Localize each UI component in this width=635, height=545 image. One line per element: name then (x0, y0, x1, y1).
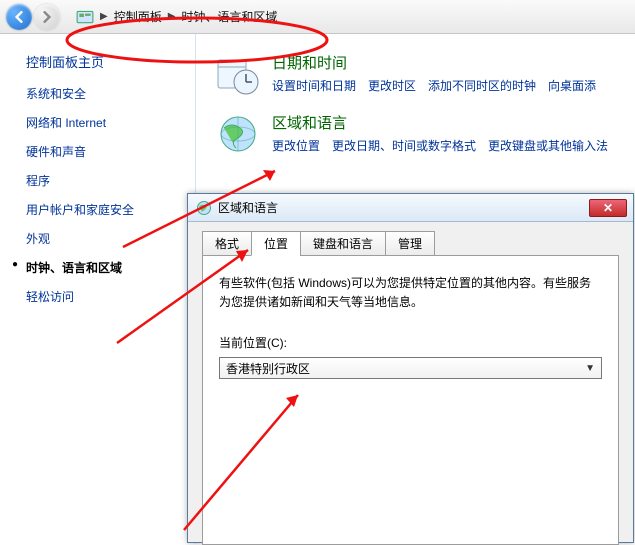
section-region-language: 区域和语言 更改位置 更改日期、时间或数字格式 更改键盘或其他输入法 (216, 112, 635, 156)
tab-keyboard-language[interactable]: 键盘和语言 (300, 231, 386, 256)
section-link[interactable]: 添加不同时区的时钟 (428, 77, 536, 94)
dialog-titlebar[interactable]: 区域和语言 ✕ (188, 194, 633, 222)
location-select[interactable]: 香港特别行政区 ▼ (219, 357, 602, 379)
location-value: 香港特别行政区 (226, 360, 310, 377)
tab-admin[interactable]: 管理 (385, 231, 435, 256)
tab-location[interactable]: 位置 (251, 231, 301, 256)
sidebar-item[interactable]: 程序 (26, 172, 195, 189)
sidebar: 控制面板主页 系统和安全 网络和 Internet 硬件和声音 程序 用户帐户和… (0, 34, 196, 544)
section-link[interactable]: 更改日期、时间或数字格式 (332, 137, 476, 154)
close-button[interactable]: ✕ (589, 199, 627, 217)
location-label: 当前位置(C): (219, 334, 602, 351)
sidebar-item[interactable]: 轻松访问 (26, 288, 195, 305)
tab-format[interactable]: 格式 (202, 231, 252, 256)
sidebar-item[interactable]: 硬件和声音 (26, 143, 195, 160)
sidebar-item[interactable]: 外观 (26, 230, 195, 247)
arrow-left-icon (13, 11, 25, 23)
nav-back-button[interactable] (6, 4, 32, 30)
chevron-down-icon: ▼ (585, 363, 595, 374)
globe-icon (196, 200, 212, 216)
breadcrumb-leaf[interactable]: 时钟、语言和区域 (181, 8, 277, 25)
sidebar-item[interactable]: 用户帐户和家庭安全 (26, 201, 195, 218)
sidebar-item[interactable]: 系统和安全 (26, 85, 195, 102)
section-link[interactable]: 更改位置 (272, 137, 320, 154)
close-icon: ✕ (603, 202, 613, 214)
chevron-right-icon: ▶ (100, 11, 108, 22)
control-panel-icon (76, 8, 94, 26)
section-link[interactable]: 向桌面添 (548, 77, 596, 94)
chevron-right-icon: ▶ (168, 11, 176, 22)
breadcrumb-root[interactable]: 控制面板 (114, 8, 162, 25)
nav-forward-button[interactable] (34, 4, 60, 30)
sidebar-title[interactable]: 控制面板主页 (26, 52, 195, 71)
globe-icon (216, 112, 260, 156)
section-link[interactable]: 更改时区 (368, 77, 416, 94)
sidebar-list: 系统和安全 网络和 Internet 硬件和声音 程序 用户帐户和家庭安全 外观… (26, 85, 195, 305)
explorer-navbar: ▶ 控制面板 ▶ 时钟、语言和区域 (0, 0, 635, 34)
sidebar-item[interactable]: 网络和 Internet (26, 114, 195, 131)
tab-panel-location: 有些软件(包括 Windows)可以为您提供特定位置的其他内容。有些服务为您提供… (202, 255, 619, 545)
sidebar-item-current[interactable]: 时钟、语言和区域 (26, 259, 195, 276)
region-language-dialog: 区域和语言 ✕ 格式 位置 键盘和语言 管理 有些软件(包括 Windows)可… (187, 193, 634, 543)
section-link[interactable]: 更改键盘或其他输入法 (488, 137, 608, 154)
section-title[interactable]: 区域和语言 (272, 112, 608, 133)
section-title[interactable]: 日期和时间 (272, 52, 596, 73)
section-link[interactable]: 设置时间和日期 (272, 77, 356, 94)
tabstrip: 格式 位置 键盘和语言 管理 (202, 231, 633, 256)
dialog-title: 区域和语言 (218, 199, 589, 216)
breadcrumb[interactable]: ▶ 控制面板 ▶ 时钟、语言和区域 (76, 8, 277, 26)
clock-calendar-icon (216, 52, 260, 96)
help-text: 有些软件(包括 Windows)可以为您提供特定位置的其他内容。有些服务为您提供… (219, 274, 602, 312)
arrow-right-icon (41, 11, 53, 23)
section-date-time: 日期和时间 设置时间和日期 更改时区 添加不同时区的时钟 向桌面添 (216, 52, 635, 96)
